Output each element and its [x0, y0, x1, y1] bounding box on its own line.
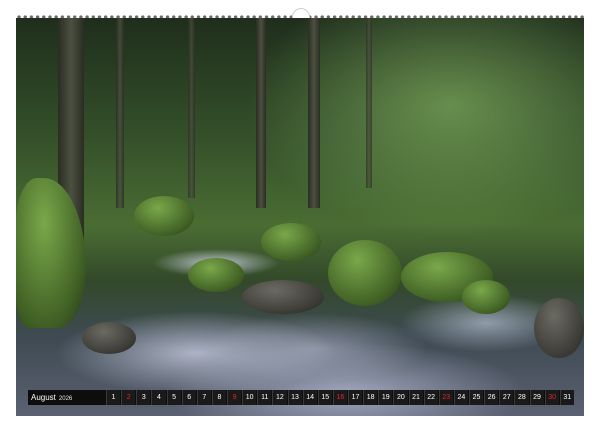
calendar-day: 6 [181, 390, 196, 405]
calendar-day: 29 [529, 390, 544, 405]
calendar-day: 20 [393, 390, 408, 405]
tree-trunk [256, 18, 266, 208]
tree-trunk [116, 18, 124, 208]
calendar-day: 8 [211, 390, 226, 405]
calendar-day: 28 [514, 390, 529, 405]
stone [242, 280, 324, 314]
calendar-day: 9 [227, 390, 242, 405]
calendar-day: 30 [544, 390, 559, 405]
calendar-day: 24 [453, 390, 468, 405]
calendar-day: 17 [348, 390, 363, 405]
calendar-day: 14 [302, 390, 317, 405]
calendar-day: 2 [121, 390, 136, 405]
stone [82, 322, 136, 354]
calendar-day: 3 [136, 390, 151, 405]
calendar-day: 15 [317, 390, 332, 405]
calendar-day: 11 [257, 390, 272, 405]
calendar-day: 26 [484, 390, 499, 405]
calendar-day: 21 [408, 390, 423, 405]
calendar-day: 5 [166, 390, 181, 405]
calendar-day: 7 [196, 390, 211, 405]
moss-rock [188, 258, 244, 292]
moss-rock [134, 196, 194, 236]
tree-trunk [188, 18, 195, 198]
tree-trunk [308, 18, 320, 208]
moss-rock [328, 240, 402, 306]
calendar-day: 10 [242, 390, 257, 405]
calendar-day: 4 [151, 390, 166, 405]
moss-rock [462, 280, 510, 314]
year-label: 2026 [58, 396, 73, 402]
month-name: August [31, 393, 56, 402]
month-label: August 2026 [28, 390, 105, 405]
moss-rock [261, 223, 321, 261]
calendar-day: 16 [332, 390, 347, 405]
calendar-day: 18 [363, 390, 378, 405]
calendar-strip: August 2026 1 2 3 4 5 6 7 8 9 10 11 12 13 14 15 16 17 18 19… [28, 390, 574, 405]
calendar-day: 27 [499, 390, 514, 405]
calendar-day: 13 [287, 390, 302, 405]
calendar-day: 22 [423, 390, 438, 405]
calendar-day: 1 [106, 390, 121, 405]
forest-stream-photo [16, 18, 584, 416]
stone [534, 298, 584, 358]
calendar-day: 25 [469, 390, 484, 405]
calendar-day: 12 [272, 390, 287, 405]
calendar-day: 23 [438, 390, 453, 405]
calendar-day: 31 [559, 390, 574, 405]
tree-trunk [366, 18, 372, 188]
canopy-light [246, 18, 584, 238]
calendar-day: 19 [378, 390, 393, 405]
